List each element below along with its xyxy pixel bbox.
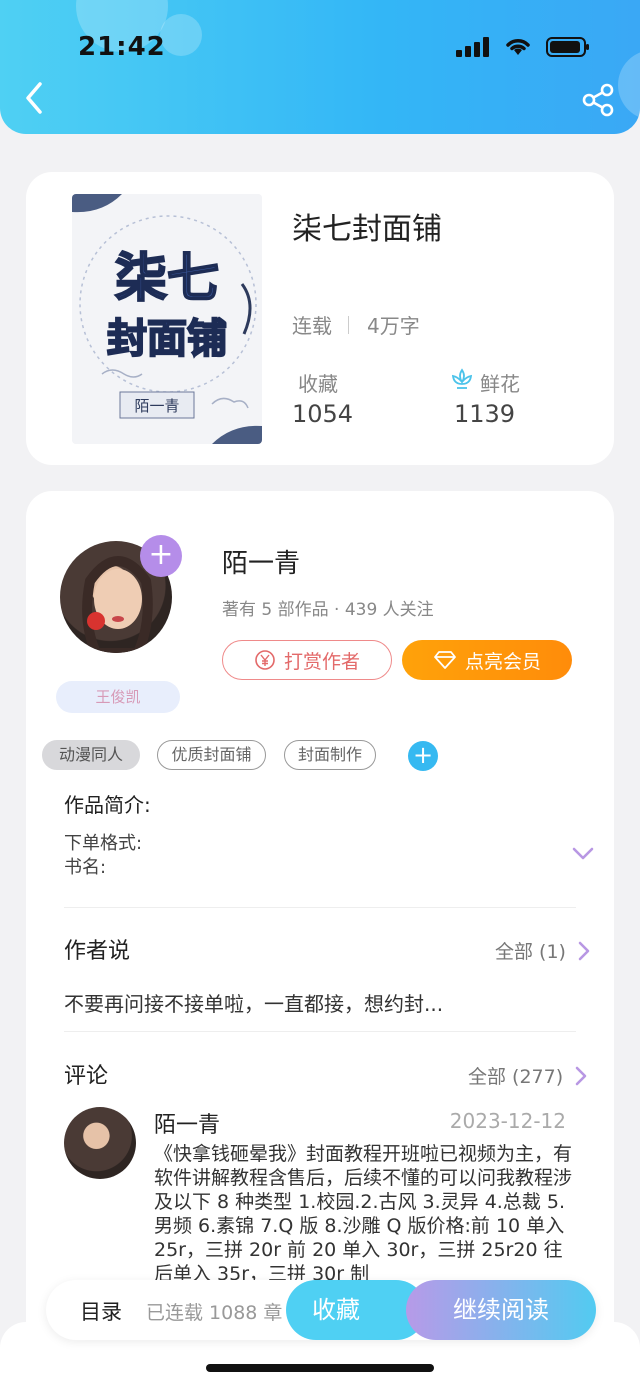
comments-all-label: 全部 (277) bbox=[468, 1066, 564, 1088]
back-button[interactable] bbox=[20, 80, 56, 120]
tag-chip[interactable]: 动漫同人 bbox=[42, 740, 140, 770]
wifi-icon bbox=[506, 39, 530, 55]
author-say-title: 作者说 bbox=[64, 939, 131, 964]
battery-icon bbox=[546, 37, 589, 57]
status-icons bbox=[456, 36, 590, 58]
chevron-right-icon bbox=[575, 1066, 587, 1085]
comment-date: 2023-12-12 bbox=[449, 1109, 566, 1133]
reward-label: 打赏作者 bbox=[283, 650, 360, 673]
book-title: 柒七封面铺 bbox=[292, 212, 442, 247]
intro-line: 下单格式: bbox=[64, 833, 143, 854]
comment-avatar[interactable] bbox=[64, 1107, 136, 1179]
share-button[interactable] bbox=[580, 82, 620, 122]
detail-card: + 王俊凯 陌一青 著有 5 部作品 · 439 人关注 打赏作者 点亮会员 动… bbox=[26, 491, 614, 1387]
chapters-count[interactable]: 已连载 1088 章 bbox=[146, 1298, 282, 1325]
chevron-left-icon bbox=[26, 82, 42, 114]
add-tag-button[interactable]: + bbox=[408, 741, 438, 771]
flowers-count: 1139 bbox=[454, 400, 516, 428]
author-say-all-label: 全部 (1) bbox=[495, 941, 566, 963]
intro-title: 作品简介: bbox=[64, 793, 151, 817]
share-icon bbox=[582, 83, 614, 117]
divider bbox=[64, 1031, 576, 1032]
author-stats: 著有 5 部作品 · 439 人关注 bbox=[222, 600, 434, 620]
yen-coin-icon bbox=[255, 650, 275, 670]
tag-chip[interactable]: 封面制作 bbox=[284, 740, 376, 770]
favorite-button[interactable]: 收藏 bbox=[286, 1280, 426, 1340]
status-time: 21:42 bbox=[78, 32, 166, 62]
decor-bubble bbox=[160, 14, 202, 56]
author-name[interactable]: 陌一青 bbox=[222, 543, 300, 580]
comments-all-link[interactable]: 全部 (277) bbox=[468, 1062, 587, 1089]
cover-title-line1: 柒七 bbox=[115, 249, 219, 309]
intro-line: 书名: bbox=[64, 857, 107, 878]
decor-bubble bbox=[618, 50, 640, 120]
author-say-text[interactable]: 不要再问接不接单啦，一直都接，想约封... bbox=[64, 988, 443, 1017]
divider bbox=[64, 907, 576, 908]
continue-reading-button[interactable]: 继续阅读 bbox=[406, 1280, 596, 1340]
signal-icon bbox=[456, 37, 489, 57]
follow-plus-button[interactable]: + bbox=[140, 535, 182, 577]
vip-label: 点亮会员 bbox=[464, 650, 541, 673]
serial-status: 连载 bbox=[292, 314, 332, 338]
book-cover[interactable]: 柒七 封面铺 陌一青 bbox=[72, 194, 262, 444]
comments-title: 评论 bbox=[64, 1064, 109, 1089]
home-indicator bbox=[206, 1364, 434, 1372]
expand-chevron-icon[interactable] bbox=[572, 847, 594, 861]
favorites-count: 1054 bbox=[292, 400, 354, 428]
tag-chip[interactable]: 优质封面铺 bbox=[157, 740, 266, 770]
cover-title-line2: 封面铺 bbox=[107, 316, 227, 362]
toc-button[interactable]: 目录 bbox=[80, 1296, 122, 1326]
bottom-action-bar: 目录 已连载 1088 章 收藏 继续阅读 bbox=[46, 1280, 596, 1340]
vip-button[interactable]: 点亮会员 bbox=[402, 640, 572, 680]
reward-author-button[interactable]: 打赏作者 bbox=[222, 640, 392, 680]
comment-text[interactable]: 《快拿钱砸晕我》封面教程开班啦已视频为主，有软件讲解教程含售后，后续不懂的可以问… bbox=[154, 1142, 572, 1286]
cover-art: 柒七 封面铺 陌一青 bbox=[72, 194, 262, 444]
cover-author: 陌一青 bbox=[134, 397, 179, 415]
fan-badge: 王俊凯 bbox=[56, 681, 180, 713]
word-count: 4万字 bbox=[367, 314, 420, 338]
favorites-label: 收藏 bbox=[298, 372, 338, 396]
diamond-icon bbox=[434, 651, 456, 669]
top-bar: 21:42 bbox=[0, 0, 640, 134]
comment-author[interactable]: 陌一青 bbox=[154, 1107, 220, 1139]
flower-icon bbox=[451, 368, 473, 389]
author-say-all-link[interactable]: 全部 (1) bbox=[495, 937, 590, 964]
chevron-right-icon bbox=[578, 941, 590, 960]
book-meta: 连载 4万字 bbox=[292, 310, 420, 339]
meta-divider bbox=[348, 315, 349, 334]
book-info-card: 柒七 封面铺 陌一青 柒七封面铺 连载 4万字 收藏 1054 鲜花 1139 bbox=[26, 172, 614, 465]
flowers-label: 鲜花 bbox=[480, 372, 520, 396]
